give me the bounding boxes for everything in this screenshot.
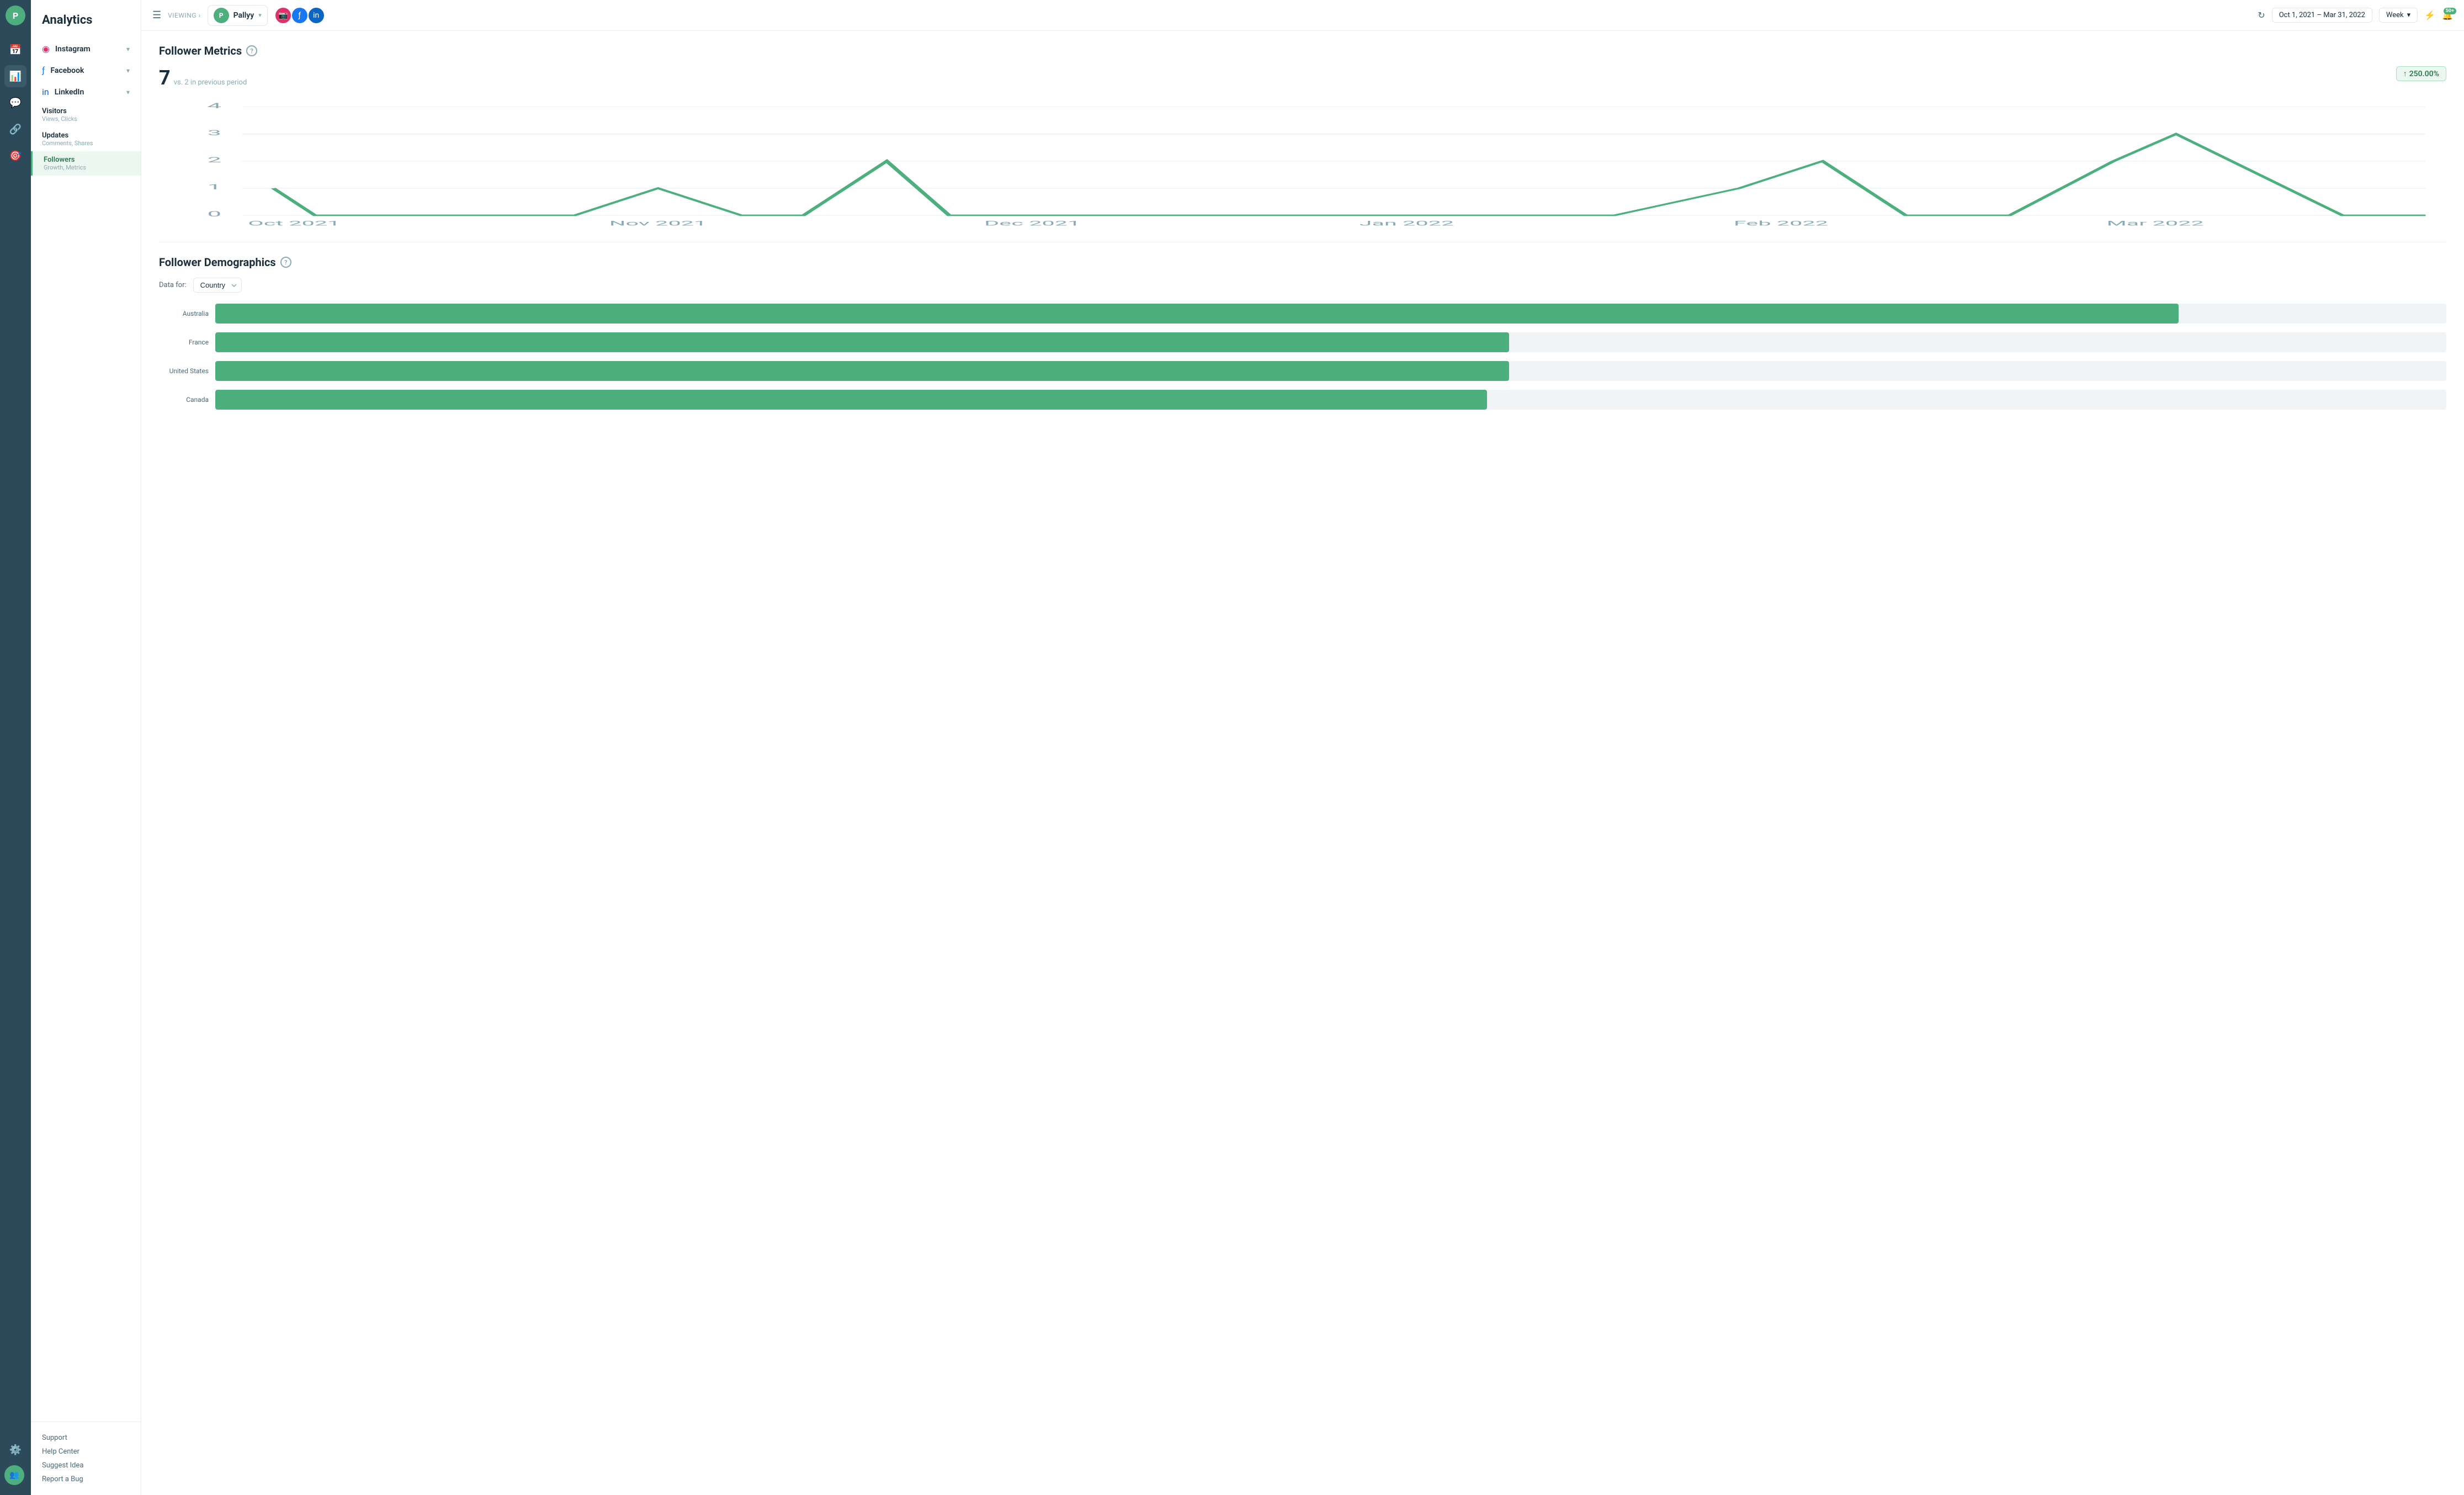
svg-text:Mar 2022: Mar 2022 xyxy=(2106,220,2203,227)
follower-line-chart: 4 3 2 1 0 Oct 2021 Nov 2021 Dec 2021 Jan… xyxy=(159,96,2446,229)
notification-badge: 50+ xyxy=(2444,8,2456,14)
brand-chevron-icon: ▾ xyxy=(258,12,262,19)
svg-text:4: 4 xyxy=(208,102,221,110)
instagram-icon: ◉ xyxy=(42,44,50,54)
follower-demographics-section: Follower Demographics ? Data for: Countr… xyxy=(159,256,2446,410)
avatar[interactable]: 👥 xyxy=(4,1465,24,1485)
brand-name: Pallyy xyxy=(233,11,254,20)
bar-row-canada: Canada xyxy=(159,390,2446,410)
facebook-icon: ƒ xyxy=(42,65,45,76)
bar-row-us: United States xyxy=(159,361,2446,381)
comment-nav-icon[interactable]: 💬 xyxy=(4,92,26,114)
bar-label-us: United States xyxy=(159,367,209,375)
chart-svg: 4 3 2 1 0 Oct 2021 Nov 2021 Dec 2021 Jan… xyxy=(159,96,2446,229)
linkedin-chevron-icon: ▾ xyxy=(126,88,130,96)
follower-metrics-title: Follower Metrics ? xyxy=(159,44,2446,57)
brand-avatar: P xyxy=(214,8,229,23)
bar-track-australia xyxy=(215,304,2446,324)
icon-bar: P 📅 📊 💬 🔗 🎯 ⚙️ 👥 xyxy=(0,0,31,1495)
sidebar-suggestidea-link[interactable]: Suggest Idea xyxy=(42,1459,130,1472)
bar-track-canada xyxy=(215,390,2446,410)
bar-fill-canada xyxy=(215,390,1487,410)
follower-metrics-section: Follower Metrics ? 7 vs. 2 in previous p… xyxy=(159,44,2446,229)
target-nav-icon[interactable]: 🎯 xyxy=(4,145,26,167)
topbar: ☰ VIEWING › P Pallyy ▾ 📷 ƒ in ↻ Oct 1, 2… xyxy=(141,0,2464,31)
sidebar-platforms: ◉ Instagram ▾ ƒ Facebook ▾ in LinkedIn ▾… xyxy=(31,38,141,176)
sidebar-item-visitors[interactable]: Visitors Views, Clicks xyxy=(31,103,141,127)
bar-label-canada: Canada xyxy=(159,396,209,404)
refresh-icon[interactable]: ↻ xyxy=(2258,10,2265,20)
svg-text:2: 2 xyxy=(208,156,221,164)
notification-icon[interactable]: 🔔 50+ xyxy=(2442,10,2453,20)
sidebar-item-followers[interactable]: Followers Growth, Metrics xyxy=(31,151,141,176)
svg-text:0: 0 xyxy=(208,210,221,218)
main-panel: ☰ VIEWING › P Pallyy ▾ 📷 ƒ in ↻ Oct 1, 2… xyxy=(141,0,2464,1495)
sidebar-title: Analytics xyxy=(31,0,141,38)
sidebar-bottom: Support Help Center Suggest Idea Report … xyxy=(31,1422,141,1495)
follower-demographics-help-icon[interactable]: ? xyxy=(280,257,291,268)
date-range-picker[interactable]: Oct 1, 2021 – Mar 31, 2022 xyxy=(2272,8,2372,23)
metrics-count: 7 vs. 2 in previous period xyxy=(159,66,247,89)
brand-selector[interactable]: P Pallyy ▾ xyxy=(208,5,268,26)
metrics-prev-label: vs. 2 in previous period xyxy=(174,78,247,87)
badge-arrow-icon: ↑ xyxy=(2403,69,2407,78)
chart-nav-icon[interactable]: 📊 xyxy=(4,65,26,87)
viewing-label: VIEWING › xyxy=(168,12,200,19)
facebook-chevron-icon: ▾ xyxy=(126,67,130,75)
data-for-select[interactable]: Country Age Gender xyxy=(193,278,242,293)
instagram-badge[interactable]: 📷 xyxy=(274,7,292,24)
demographics-bar-chart: Australia France United States xyxy=(159,304,2446,410)
follower-demographics-title: Follower Demographics ? xyxy=(159,256,2446,269)
data-for-row: Data for: Country Age Gender xyxy=(159,278,2446,293)
data-for-label: Data for: xyxy=(159,281,187,289)
sidebar-platform-facebook[interactable]: ƒ Facebook ▾ xyxy=(31,60,141,81)
svg-text:Dec 2021: Dec 2021 xyxy=(984,220,1080,227)
bar-fill-france xyxy=(215,332,1509,352)
sidebar-platform-instagram[interactable]: ◉ Instagram ▾ xyxy=(31,38,141,60)
sidebar-helpcenter-link[interactable]: Help Center xyxy=(42,1445,130,1459)
bar-row-france: France xyxy=(159,332,2446,352)
sidebar: Analytics ◉ Instagram ▾ ƒ Facebook ▾ in … xyxy=(31,0,141,1495)
linkedin-icon: in xyxy=(42,87,49,97)
svg-text:Oct 2021: Oct 2021 xyxy=(248,220,340,227)
week-chevron-icon: ▾ xyxy=(2407,11,2411,19)
lightning-icon[interactable]: ⚡ xyxy=(2424,10,2435,20)
linkedin-badge[interactable]: in xyxy=(307,7,325,24)
svg-text:Feb 2022: Feb 2022 xyxy=(1734,220,1828,227)
app-logo[interactable]: P xyxy=(6,6,25,25)
bar-fill-australia xyxy=(215,304,2179,324)
settings-icon[interactable]: ⚙️ xyxy=(4,1439,26,1461)
sidebar-reportbug-link[interactable]: Report a Bug xyxy=(42,1472,130,1486)
facebook-badge[interactable]: ƒ xyxy=(291,7,309,24)
follower-metrics-help-icon[interactable]: ? xyxy=(246,45,257,56)
sidebar-platform-linkedin[interactable]: in LinkedIn ▾ xyxy=(31,81,141,103)
svg-text:3: 3 xyxy=(208,129,221,137)
metrics-current-value: 7 xyxy=(159,66,171,89)
week-selector[interactable]: Week ▾ xyxy=(2379,8,2418,23)
content-area: Follower Metrics ? 7 vs. 2 in previous p… xyxy=(141,31,2464,1495)
badge-value: 250.00% xyxy=(2409,70,2439,78)
sidebar-item-updates[interactable]: Updates Comments, Shares xyxy=(31,127,141,151)
metrics-change-badge: ↑ 250.00% xyxy=(2396,66,2446,81)
svg-text:1: 1 xyxy=(208,183,221,191)
metrics-header: 7 vs. 2 in previous period ↑ 250.00% xyxy=(159,66,2446,89)
bar-label-france: France xyxy=(159,338,209,346)
bar-row-australia: Australia xyxy=(159,304,2446,324)
link-nav-icon[interactable]: 🔗 xyxy=(4,118,26,140)
svg-text:Jan 2022: Jan 2022 xyxy=(1360,220,1454,227)
bar-fill-us xyxy=(215,361,1509,381)
bar-track-us xyxy=(215,361,2446,381)
instagram-chevron-icon: ▾ xyxy=(126,45,130,53)
menu-icon[interactable]: ☰ xyxy=(152,9,161,21)
bar-label-australia: Australia xyxy=(159,310,209,317)
svg-text:Nov 2021: Nov 2021 xyxy=(609,220,707,227)
sidebar-support-link[interactable]: Support xyxy=(42,1431,130,1445)
bar-track-france xyxy=(215,332,2446,352)
platform-badges: 📷 ƒ in xyxy=(274,7,325,24)
calendar-nav-icon[interactable]: 📅 xyxy=(4,39,26,61)
